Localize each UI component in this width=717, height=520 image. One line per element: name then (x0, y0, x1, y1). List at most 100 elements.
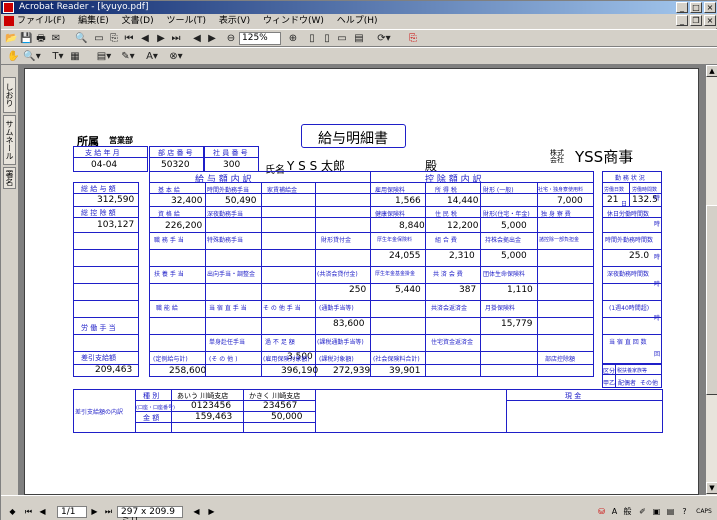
menu-window[interactable]: ウィンドウ(W) (263, 16, 324, 26)
acrobat-pdf-icon[interactable]: ⎘ (406, 32, 420, 45)
scroll-left-icon[interactable]: ◀ (191, 506, 202, 517)
shotoku-value: 14,440 (447, 196, 479, 206)
pay-month-label: 支 給 年 月 (85, 149, 120, 157)
vertical-scrollbar[interactable]: ▲ ▼ (705, 65, 717, 495)
open-icon[interactable]: 📂 (5, 32, 17, 45)
document-view[interactable]: 給与明細書 所属 営業部 株式 会社 YSS商事 支 給 年 月 04-04 部… (19, 65, 705, 495)
tsukin-value: 83,600 (333, 319, 365, 329)
ji-unit: 時 (654, 281, 661, 288)
kabusoku-label: 過 不 足 額 (265, 339, 295, 346)
scroll-right-icon[interactable]: ▶ (206, 506, 217, 517)
kazei-label: (課税対象額) (319, 356, 354, 363)
status-bar: ◆ ⏮ ◀ 1/1 ▶ ⏭ 297 x 209.9 ミリ ◀ ▶ ⛁ A 般 ✐… (1, 495, 717, 520)
bank2-name: かきく 川崎支店 (249, 392, 301, 400)
prev-page-button[interactable]: ◀ (37, 506, 48, 517)
kosei-value: 24,055 (389, 251, 421, 261)
print-icon[interactable]: 🖶 (35, 32, 47, 45)
shataku-label: 社宅・独身寮使用料 (538, 187, 584, 193)
doc-close-button[interactable]: × (704, 15, 716, 26)
koyo-taisho-label: (雇用保険対象額) (263, 356, 310, 363)
text-tool-icon[interactable]: T▾ (49, 50, 67, 63)
kikin-label: 厚生年金基金掛金 (375, 271, 416, 277)
scroll-thumb[interactable] (706, 205, 717, 395)
kyujitsu-label: 休日労働時間数 (607, 211, 650, 218)
page-number-field[interactable]: 1/1 (57, 506, 87, 518)
ji-unit: 時 (654, 195, 661, 202)
caps-kana-icon: CAPS (696, 508, 712, 515)
zoom-in-icon[interactable]: ⊕ (287, 32, 299, 45)
kinmu-header: 勤 務 状 況 (615, 175, 645, 182)
minimize-button[interactable]: _ (676, 2, 688, 13)
find-icon[interactable]: 🔍 (75, 32, 87, 45)
menu-help[interactable]: ヘルプ(H) (337, 16, 378, 26)
menu-view[interactable]: 表示(V) (219, 16, 250, 26)
sonota-label: その他 (640, 380, 659, 387)
shikaku-value: 226,200 (165, 221, 203, 231)
shoyo-label: 労 働 手 当 (81, 324, 116, 332)
highlight-tool-icon[interactable]: A▾ (143, 50, 161, 63)
jumin-label: 住 民 税 (435, 211, 457, 218)
last-page-button[interactable]: ⏭ (103, 506, 114, 517)
ime-help-icon[interactable]: ? (679, 506, 690, 517)
fit-width-icon[interactable]: ▭ (336, 32, 348, 45)
kihon-label: 基 本 給 (158, 187, 180, 194)
zoom-out-icon[interactable]: ⊖ (225, 32, 237, 45)
link-tool-icon[interactable]: ⊗▾ (167, 50, 185, 63)
graphics-select-icon[interactable]: ▦ (69, 50, 81, 63)
acrobat-window: Acrobat Reader - [kyuyo.pdf] _ □ × ファイル(… (0, 0, 717, 520)
scroll-down-icon[interactable]: ▼ (706, 482, 717, 494)
next-page-icon[interactable]: ▶ (155, 32, 167, 45)
sogaku-value: 312,590 (97, 195, 135, 205)
tab-signatures[interactable]: 署名 (3, 167, 16, 189)
menu-tools[interactable]: ツール(T) (167, 16, 207, 26)
first-page-icon[interactable]: ⏮ (123, 32, 135, 45)
mochikabu-value: 5,000 (501, 251, 527, 261)
menu-document[interactable]: 文書(D) (122, 16, 154, 26)
menu-edit[interactable]: 編集(E) (78, 16, 109, 26)
rotate-icon[interactable]: ⟳▾ (375, 32, 393, 45)
kojo-value: 103,127 (97, 220, 135, 230)
kou-otsu-label: 甲乙 (603, 380, 616, 387)
doc-restore-button[interactable]: ❐ (690, 15, 702, 26)
sonota-teate-label: そ の 他 手 当 (263, 305, 301, 312)
prev-page-icon[interactable]: ◀ (139, 32, 151, 45)
doc-minimize-button[interactable]: _ (676, 15, 688, 26)
last-page-icon[interactable]: ⏭ (170, 32, 182, 45)
maximize-button[interactable]: □ (690, 2, 702, 13)
reflow-icon[interactable]: ▤ (353, 32, 365, 45)
save-icon[interactable]: 💾 (20, 32, 32, 45)
jutakuhensai-label: 住宅資金返済金 (431, 339, 474, 346)
go-back-icon[interactable]: ◀ (191, 32, 203, 45)
tab-thumbnails[interactable]: サムネール (3, 115, 16, 165)
nav-toggle-icon[interactable]: ◆ (7, 506, 18, 517)
email-icon[interactable]: ✉ (50, 32, 62, 45)
dept-no-value: 50320 (161, 160, 190, 170)
text-select-icon[interactable]: ▭ (93, 32, 105, 45)
ime-mode-icon[interactable]: A (609, 506, 620, 517)
document-icon[interactable] (4, 16, 14, 26)
scroll-up-icon[interactable]: ▲ (706, 65, 717, 77)
go-forward-icon[interactable]: ▶ (206, 32, 218, 45)
acrobat-status-icon: ⛁ (598, 507, 605, 516)
close-button[interactable]: × (704, 2, 716, 13)
pencil-tool-icon[interactable]: ✎▾ (119, 50, 137, 63)
menu-file[interactable]: ファイル(F) (17, 16, 65, 26)
ime-pad-icon[interactable]: ▣ (651, 506, 662, 517)
note-tool-icon[interactable]: ▤▾ (95, 50, 113, 63)
rodojikan-label: 労働時間数 (632, 187, 658, 193)
shokumu-label: 職 務 手 当 (154, 237, 184, 244)
hand-tool-icon[interactable]: ✋ (7, 50, 19, 63)
ime-dict-icon[interactable]: ▤ (665, 506, 676, 517)
ime-tool-icon[interactable]: ✐ (637, 506, 648, 517)
actual-size-icon[interactable]: ▯ (306, 32, 318, 45)
zoom-input[interactable]: 125% (239, 32, 281, 45)
fit-page-icon[interactable]: ▯ (321, 32, 333, 45)
kumiai-value: 2,310 (449, 251, 475, 261)
tab-bookmarks[interactable]: しおり (3, 77, 16, 113)
zoom-tool-icon[interactable]: 🔍▾ (23, 50, 41, 63)
copy-icon[interactable]: ⎘ (108, 32, 120, 45)
shinya-time-label: 深夜勤務時間数 (607, 271, 650, 278)
first-page-button[interactable]: ⏮ (23, 506, 34, 517)
ime-kanji-icon[interactable]: 般 (622, 506, 633, 517)
next-page-button[interactable]: ▶ (89, 506, 100, 517)
